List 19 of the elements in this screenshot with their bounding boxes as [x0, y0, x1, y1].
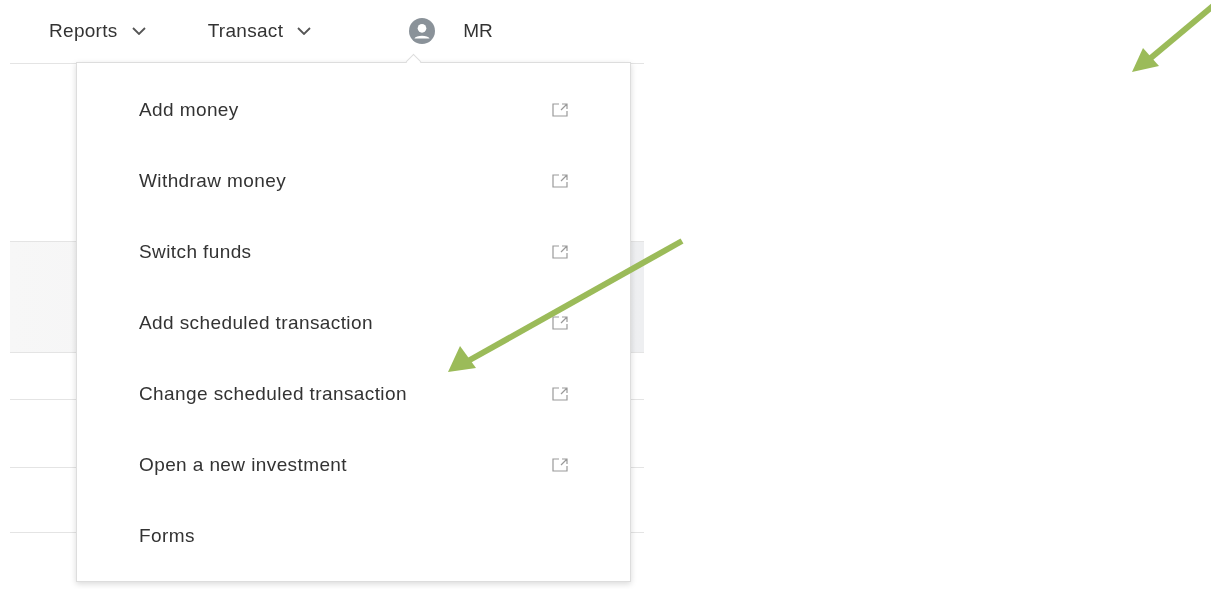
menu-item[interactable]: Add money — [77, 74, 630, 145]
nav-dropdown[interactable]: Transact — [207, 20, 312, 42]
user-name[interactable]: MR — [463, 20, 493, 42]
nav-dropdown[interactable]: Reports — [49, 20, 146, 42]
external-link-icon — [552, 102, 568, 117]
menu-item[interactable]: Add scheduled transaction — [77, 287, 630, 358]
menu-item[interactable]: Switch funds — [77, 216, 630, 287]
menu-item[interactable]: Change scheduled transaction — [77, 358, 630, 429]
external-link-icon — [552, 173, 568, 188]
avatar-icon[interactable] — [409, 18, 436, 44]
menu-item[interactable]: Open a new investment — [77, 429, 630, 500]
menu-item[interactable]: Forms — [77, 500, 630, 571]
chevron-down-icon — [131, 27, 146, 35]
external-link-icon — [552, 386, 568, 401]
external-link-icon — [552, 244, 568, 259]
external-link-icon — [552, 457, 568, 472]
menu-item[interactable]: Withdraw money — [77, 145, 630, 216]
external-link-icon — [552, 315, 568, 330]
chevron-down-icon — [297, 27, 312, 35]
